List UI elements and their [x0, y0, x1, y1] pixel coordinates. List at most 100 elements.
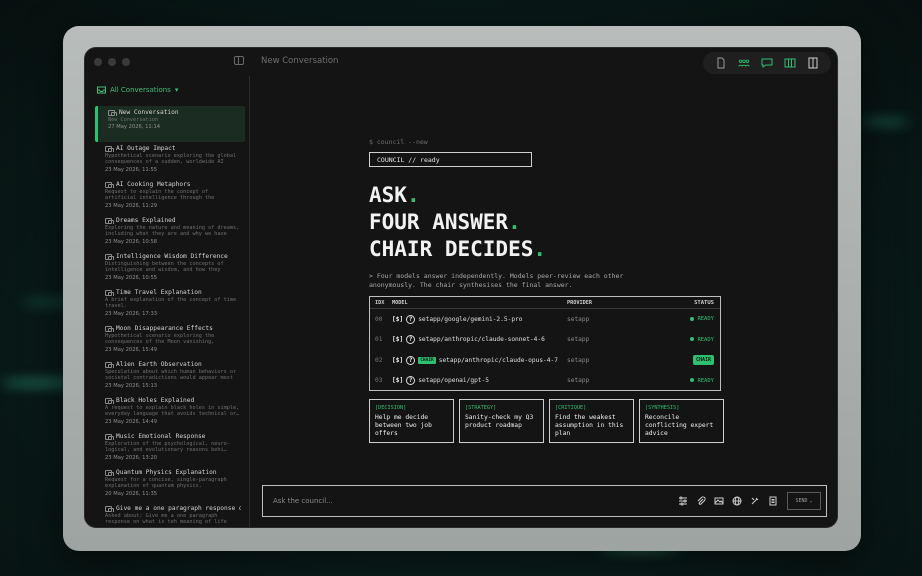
- conversation-title: Dreams Explained: [105, 217, 241, 224]
- document-icon[interactable]: [714, 56, 728, 70]
- hero-dot-3: .: [533, 237, 547, 261]
- help-icon[interactable]: ?: [406, 335, 416, 345]
- image-icon[interactable]: [713, 495, 724, 506]
- command-line: $ council --new: [369, 138, 428, 146]
- conversation-item[interactable]: Intelligence Wisdom Difference Distinguis…: [95, 250, 245, 286]
- card-text: Help me decide between two job offers: [375, 414, 432, 437]
- conversation-item[interactable]: Time Travel Explanation A brief explanati…: [95, 286, 245, 322]
- conversation-title: AI Cooking Metaphors: [105, 181, 241, 188]
- chat-icon: [105, 397, 114, 404]
- chat-icon: [105, 181, 114, 188]
- prompt-card[interactable]: [SYNTHESIS] Reconcile conflicting expert …: [639, 399, 724, 443]
- globe-icon[interactable]: [731, 495, 742, 506]
- conversation-preview: Asked about: Give me a one paragraph res…: [105, 513, 227, 526]
- window-controls[interactable]: [94, 58, 130, 66]
- sidebar-toggle-icon[interactable]: [234, 56, 244, 65]
- row-status: READY: [662, 337, 720, 343]
- cost-badge: [$]: [392, 315, 404, 323]
- conversation-item[interactable]: Quantum Physics Explanation Request for a…: [95, 466, 245, 502]
- conversation-item[interactable]: New Conversation New Conversation 27 May 2…: [95, 106, 245, 142]
- conversation-preview: A brief explanation of the concept of ti…: [105, 297, 237, 310]
- hero-heading: ASK. FOUR ANSWER. CHAIR DECIDES.: [369, 182, 546, 263]
- header-provider: PROVIDER: [567, 299, 592, 306]
- help-icon[interactable]: ?: [406, 355, 416, 365]
- model-row[interactable]: 02 [$]? CHAIR setapp/anthropic/claude-opus-…: [370, 350, 720, 371]
- conversation-title-text: Black Holes Explained: [116, 397, 195, 404]
- conversation-item[interactable]: AI Cooking Metaphors Request to explain t…: [95, 178, 245, 214]
- titlebar: New Conversation: [85, 48, 837, 76]
- prompt-card[interactable]: [DECISION] Help me decide between two job…: [369, 399, 454, 443]
- composer-tools: [677, 495, 778, 506]
- row-provider: setapp: [567, 356, 590, 364]
- hero-line-3: CHAIR DECIDES: [369, 237, 534, 261]
- prompt-card[interactable]: [CRITIQUE] Find the weakest assumption in…: [549, 399, 634, 443]
- council-input[interactable]: [273, 497, 653, 505]
- conversation-title: Quantum Physics Explanation: [105, 469, 241, 476]
- conversation-item[interactable]: AI Outage Impact Hypothetical scenario ex…: [95, 142, 245, 178]
- chat-icon: [105, 289, 114, 296]
- tools-icon[interactable]: [749, 495, 760, 506]
- conversation-preview: Hypothetical scenario exploring the glob…: [105, 153, 237, 166]
- hero-line-1: ASK: [369, 183, 407, 207]
- conversation-item[interactable]: Alien Earth Observation Speculation about…: [95, 358, 245, 394]
- row-model: [$]? setapp/google/gemini-2.5-pro: [392, 314, 567, 324]
- help-icon[interactable]: ?: [406, 314, 416, 324]
- conversation-title: Moon Disappearance Effects: [105, 325, 241, 332]
- row-provider: setapp: [567, 336, 590, 344]
- conversation-item[interactable]: Dreams Explained Exploring the nature and…: [95, 214, 245, 250]
- row-status: CHAIR: [662, 355, 720, 366]
- notes-icon[interactable]: [767, 495, 778, 506]
- sliders-icon[interactable]: [677, 495, 688, 506]
- paperclip-icon[interactable]: [695, 495, 706, 506]
- conversation-date: 23 May 2026, 14:49: [105, 418, 158, 425]
- conversation-item[interactable]: Black Holes Explained A request to explai…: [95, 394, 245, 430]
- cost-badge: [$]: [392, 377, 404, 385]
- conversation-title: Intelligence Wisdom Difference: [105, 253, 241, 260]
- conversation-preview: Exploring the nature and meaning of drea…: [105, 225, 240, 238]
- model-row[interactable]: 03 [$]? setapp/openai/gpt-5 setapp READY: [370, 371, 720, 392]
- row-idx: 03: [375, 377, 383, 385]
- chat-icon: [105, 217, 114, 224]
- conversation-title: Music Emotional Response: [105, 433, 241, 440]
- models-table-header: IDX MODEL PROVIDER STATUS: [370, 297, 720, 309]
- conversation-title-text: Alien Earth Observation: [116, 361, 202, 368]
- conversation-title-text: AI Outage Impact: [116, 145, 176, 152]
- row-status: READY: [662, 316, 720, 322]
- row-model: [$]? setapp/anthropic/claude-sonnet-4-6: [392, 335, 567, 345]
- conversation-item[interactable]: Moon Disappearance Effects Hypothetical s…: [95, 322, 245, 358]
- conversation-preview: A request to explain black holes in simp…: [105, 405, 240, 418]
- cost-badge: [$]: [392, 356, 404, 364]
- cost-badge: [$]: [392, 336, 404, 344]
- send-chevron-icon: ⌄: [809, 498, 813, 504]
- council-icon[interactable]: [737, 56, 751, 70]
- main-panel: $ council --new COUNCIL // ready ASK. FO…: [251, 76, 837, 527]
- panel-icon[interactable]: [806, 56, 820, 70]
- conversation-list: New Conversation New Conversation 27 May 2…: [95, 106, 245, 527]
- conversation-title-text: Intelligence Wisdom Difference: [116, 253, 228, 260]
- model-row[interactable]: 01 [$]? setapp/anthropic/claude-sonnet-4-6…: [370, 330, 720, 351]
- help-icon[interactable]: ?: [406, 376, 416, 386]
- minimize-dot[interactable]: [108, 58, 116, 66]
- inbox-icon: [97, 86, 106, 94]
- row-provider: setapp: [567, 377, 590, 385]
- prompt-card[interactable]: [STRATEGY] Sanity-check my Q3 product roa…: [459, 399, 544, 443]
- conversation-item[interactable]: Give me a one paragraph response on … Ask…: [95, 502, 245, 527]
- maximize-dot[interactable]: [122, 58, 130, 66]
- conversations-filter[interactable]: All Conversations ▾: [97, 86, 178, 94]
- send-button[interactable]: SEND ⌄: [787, 492, 821, 510]
- model-row[interactable]: 00 [$]? setapp/google/gemini-2.5-pro setapp…: [370, 309, 720, 330]
- header-idx: IDX: [375, 299, 385, 306]
- row-idx: 02: [375, 356, 383, 364]
- conversation-date: 23 May 2026, 11:55: [105, 167, 158, 173]
- conversation-title: Black Holes Explained: [105, 397, 241, 404]
- conversation-item[interactable]: Music Emotional Response Exploration of t…: [95, 430, 245, 466]
- conversation-title-text: New Conversation: [119, 109, 179, 116]
- conversations-filter-label: All Conversations: [110, 86, 171, 94]
- status-text: READY: [697, 377, 714, 384]
- conversation-title-text: Dreams Explained: [116, 217, 176, 224]
- conversation-title: AI Outage Impact: [105, 145, 241, 152]
- chat-icon[interactable]: [760, 56, 774, 70]
- conversation-title: Alien Earth Observation: [105, 361, 241, 368]
- close-dot[interactable]: [94, 58, 102, 66]
- columns-icon[interactable]: [783, 56, 797, 70]
